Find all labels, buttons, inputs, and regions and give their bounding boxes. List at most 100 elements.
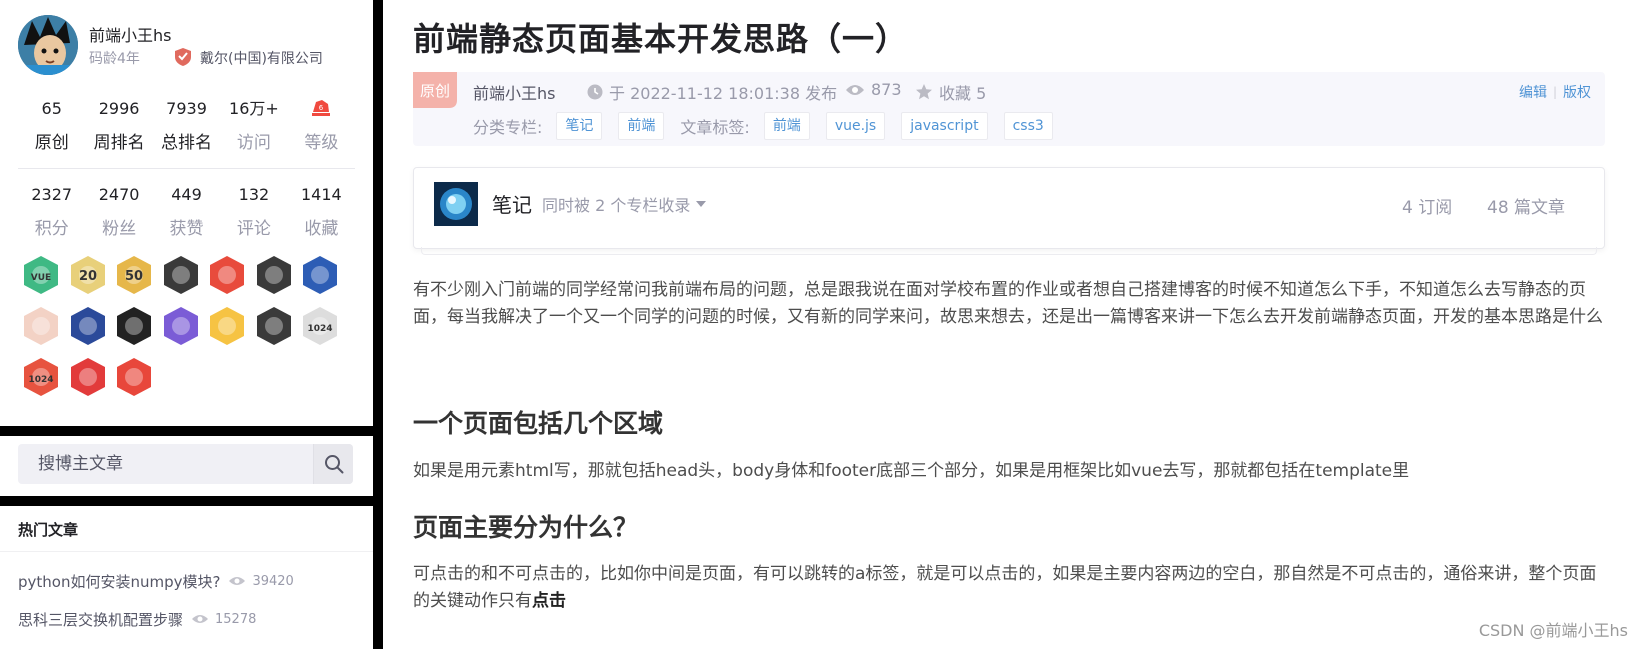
level-icon: 6 (312, 100, 331, 116)
check-badge-icon[interactable] (206, 305, 248, 347)
github-badge-icon[interactable] (160, 254, 202, 296)
svg-text:VUE: VUE (31, 273, 51, 283)
stat-value: 2470 (98, 185, 140, 204)
stats-row-primary: 65 原创 2996 周排名 7939 总排名 16万+ 访问 6 等级 (18, 98, 355, 153)
article-title: 前端静态页面基本开发思路（一） (413, 20, 909, 58)
stat-visits: 16万+ 访问 (220, 98, 287, 153)
meta-time: 于 2022-11-12 18:01:38 发布 (587, 80, 837, 104)
hot-article-item[interactable]: python如何安装numpy模块? 39420 (18, 570, 294, 592)
article-tag[interactable]: 前端 (763, 112, 810, 140)
stat-label: 等级 (304, 133, 339, 153)
meta-favorites[interactable]: 收藏 5 (915, 80, 986, 104)
stat-value: 16万+ (229, 99, 279, 118)
company-name: 戴尔(中国)有限公司 (200, 51, 323, 67)
1024-red-badge-icon[interactable]: 1024 (20, 356, 62, 398)
stat-label: 访问 (236, 133, 271, 153)
eye-icon (192, 615, 209, 623)
medal-badge-icon[interactable] (206, 254, 248, 296)
hot-article-title[interactable]: 思科三层交换机配置步骤 (18, 609, 183, 630)
article-tag[interactable]: vue.js (825, 112, 886, 140)
edit-link[interactable]: 编辑 (1519, 82, 1547, 102)
meta-views-text: 873 (871, 80, 902, 99)
search-input[interactable] (18, 444, 308, 484)
stat-original[interactable]: 65 原创 (18, 98, 85, 153)
search-box (18, 444, 353, 484)
meta-actions: 编辑 | 版权 (1519, 82, 1591, 102)
article-tag[interactable]: javascript (901, 112, 988, 140)
category-tag[interactable]: 前端 (618, 112, 665, 140)
watermark: CSDN @前端小王hs (1478, 621, 1628, 640)
stat-value: 449 (171, 185, 202, 204)
column-included-dropdown[interactable]: 同时被 2 个专栏收录 (542, 192, 707, 216)
hot-article-views: 15278 (215, 611, 257, 627)
stat-level[interactable]: 6 等级 (288, 98, 355, 153)
paragraph-text: 可点击的和不可点击的，比如你中间是页面，有可以跳转的a标签，就是可以点击的，如果… (413, 564, 1597, 611)
stat-value: 132 (238, 185, 270, 204)
column-cover[interactable] (434, 182, 478, 226)
star-icon (916, 84, 932, 100)
svg-text:50: 50 (125, 269, 143, 284)
profile-card: 前端小王hs 码龄4年 戴尔(中国)有限公司 65 原创 2996 周排名 79… (0, 0, 373, 426)
rocket-badge-icon[interactable] (67, 305, 109, 347)
category-label: 分类专栏: (473, 118, 543, 137)
pen-badge-icon[interactable] (67, 356, 109, 398)
sidebar: 前端小王hs 码龄4年 戴尔(中国)有限公司 65 原创 2996 周排名 79… (0, 0, 373, 649)
stat-value: 2327 (31, 185, 73, 204)
meta-views: 873 (845, 80, 902, 99)
column-subscriptions: 4 订阅 (1402, 198, 1453, 218)
column-card[interactable]: 笔记 同时被 2 个专栏收录 4 订阅 48 篇文章 (413, 167, 1605, 249)
meta-author[interactable]: 前端小王hs (473, 80, 555, 104)
avatar[interactable] (18, 15, 78, 75)
hot-articles-title: 热门文章 (18, 521, 79, 539)
stat-label: 粉丝 (102, 219, 137, 239)
stat-label: 积分 (34, 219, 69, 239)
article-meta: 原创 前端小王hs 于 2022-11-12 18:01:38 发布 873 收… (413, 72, 1605, 146)
svg-text:20: 20 (78, 269, 96, 284)
article-paragraph: 可点击的和不可点击的，比如你中间是页面，有可以跳转的a标签，就是可以点击的，如果… (413, 561, 1605, 615)
eye-icon (846, 84, 864, 95)
search-card (0, 436, 373, 496)
stat-points: 2327 积分 (18, 184, 85, 239)
author-name[interactable]: 前端小王hs (89, 22, 171, 46)
section-heading: 一个页面包括几个区域 (413, 409, 664, 438)
level-icon-wrap: 6 (288, 98, 355, 120)
column-name[interactable]: 笔记 (492, 189, 532, 218)
book-badge-icon[interactable] (113, 305, 155, 347)
copyright-link[interactable]: 版权 (1563, 82, 1591, 102)
column-articles: 48 篇文章 (1487, 198, 1566, 218)
stat-week-rank[interactable]: 2996 周排名 (85, 98, 152, 153)
heng-badge-icon[interactable] (253, 305, 295, 347)
stat-label: 评论 (236, 219, 271, 239)
vue-badge-icon[interactable]: VUE (20, 254, 62, 296)
shield-icon (175, 48, 191, 66)
section-heading: 页面主要分为什么？ (413, 513, 639, 542)
article-tag[interactable]: css3 (1003, 112, 1053, 140)
1024-badge-icon[interactable]: 1024 (299, 305, 341, 347)
astronaut-badge-icon[interactable] (299, 254, 341, 296)
hot-article-item[interactable]: 思科三层交换机配置步骤 15278 (18, 608, 256, 630)
stat-label: 周排名 (93, 133, 145, 153)
category-tag[interactable]: 笔记 (556, 112, 603, 140)
original-tag-text: 原创 (420, 82, 450, 100)
svg-text:1024: 1024 (307, 324, 332, 334)
50-badge-icon[interactable]: 50 (113, 254, 155, 296)
hot-articles-card: 热门文章 python如何安装numpy模块? 39420 思科三层交换机配置步… (0, 506, 373, 649)
stat-fans[interactable]: 2470 粉丝 (85, 184, 152, 239)
column-included-text: 同时被 2 个专栏收录 (542, 196, 691, 215)
stat-favorites: 1414 收藏 (288, 184, 355, 239)
original-tag: 原创 (413, 72, 457, 108)
clock-badge-icon[interactable] (253, 254, 295, 296)
20-badge-icon[interactable]: 20 (67, 254, 109, 296)
search-button[interactable] (313, 444, 353, 484)
hot-article-views: 39420 (252, 573, 294, 589)
stat-value: 65 (41, 99, 62, 118)
meta-favorites-text: 收藏 5 (939, 84, 987, 103)
monkey-badge-icon[interactable] (20, 305, 62, 347)
monkey-red-badge-icon[interactable] (113, 356, 155, 398)
article-paragraph: 如果是用元素html写，那就包括head头，body身体和footer底部三个部… (413, 461, 1410, 481)
paragraph-bold: 点击 (532, 591, 566, 611)
cube-badge-icon[interactable] (160, 305, 202, 347)
stat-total-rank[interactable]: 7939 总排名 (153, 98, 220, 153)
hot-article-title[interactable]: python如何安装numpy模块? (18, 571, 220, 592)
stat-likes: 449 获赞 (153, 184, 220, 239)
